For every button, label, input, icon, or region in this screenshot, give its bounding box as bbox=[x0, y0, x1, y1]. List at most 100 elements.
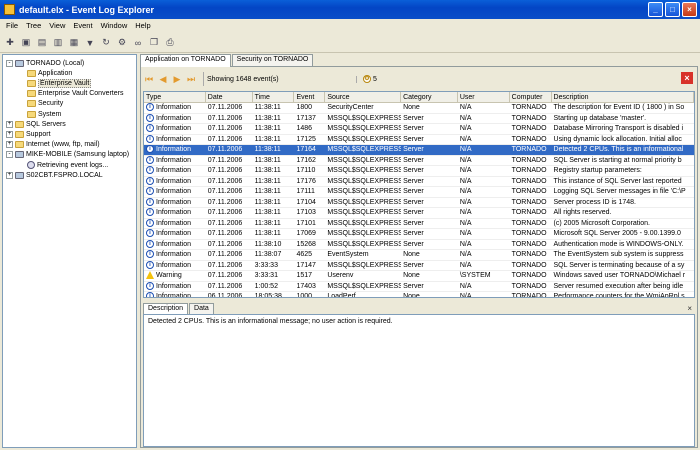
table-row[interactable]: i Information 07.11.2006 11:38:10 15268 MSSQL… bbox=[144, 239, 694, 250]
tab-application-tornado[interactable]: Application on TORNADO bbox=[140, 54, 231, 67]
info-icon: i bbox=[146, 292, 154, 297]
collapse-icon[interactable]: - bbox=[6, 151, 13, 159]
info-icon: i bbox=[146, 134, 154, 143]
table-cell: Server process ID is 1748. bbox=[553, 198, 636, 206]
menu-event[interactable]: Event bbox=[69, 21, 96, 30]
prev-icon[interactable]: ◀ bbox=[157, 73, 169, 85]
binoculars-icon[interactable]: ∞ bbox=[131, 36, 145, 50]
tree-node[interactable]: System bbox=[18, 109, 61, 119]
table-cell: 07.11.2006 bbox=[207, 125, 243, 132]
table-row[interactable]: i Information 07.11.2006 1:00:52 17403 MSSQL$… bbox=[144, 281, 694, 292]
table-cell: 17147 bbox=[296, 261, 316, 269]
table-cell: 07.11.2006 bbox=[207, 240, 243, 248]
menu-help[interactable]: Help bbox=[131, 21, 154, 30]
table-cell: N/A bbox=[459, 230, 472, 237]
collapse-icon[interactable]: - bbox=[6, 59, 13, 67]
column-header[interactable]: Time bbox=[253, 92, 295, 102]
tree-node[interactable]: + Internet (www, ftp, mail) bbox=[6, 140, 100, 150]
menu-file[interactable]: File bbox=[2, 21, 22, 30]
table-cell: 07.11.2006 bbox=[207, 251, 243, 258]
tree-node[interactable]: + Support bbox=[6, 129, 51, 139]
table-cell: Starting up database 'master'. bbox=[553, 114, 647, 122]
table-row[interactable]: i Information 07.11.2006 11:38:11 17110 MSSQL… bbox=[144, 166, 694, 177]
tree-node[interactable]: Enterprise Vault bbox=[18, 78, 92, 88]
tab-description[interactable]: Description bbox=[143, 303, 189, 314]
tab-security-tornado[interactable]: Security on TORNADO bbox=[231, 54, 314, 66]
tree-node[interactable]: + SQL Servers bbox=[6, 119, 66, 129]
column-header[interactable]: Category bbox=[401, 92, 458, 102]
expand-icon[interactable]: + bbox=[6, 120, 13, 128]
table-row[interactable]: i Information 07.11.2006 11:38:11 1800 Securi… bbox=[144, 103, 694, 114]
info-icon: i bbox=[146, 103, 154, 112]
table-cell: 11:38:11 bbox=[254, 146, 281, 153]
table-cell: MSSQL$SQLEXPRESS bbox=[327, 167, 402, 174]
minimize-button[interactable]: _ bbox=[648, 2, 663, 17]
filter-icon[interactable]: ▼ bbox=[83, 36, 97, 50]
tree-node[interactable]: - MIKE-MOBILE (Samsung laptop) bbox=[6, 150, 129, 160]
table-row[interactable]: i Information 07.11.2006 11:38:11 17164 MSSQL… bbox=[144, 145, 694, 156]
table-row[interactable]: Warning 07.11.2006 3:33:31 1517 Userenv None \… bbox=[144, 271, 694, 282]
column-header[interactable]: User bbox=[458, 92, 510, 102]
table-cell: N/A bbox=[459, 167, 472, 174]
print-icon[interactable]: ⎙ bbox=[163, 36, 177, 50]
event-grid[interactable]: Type Date Time Event Source Category User Compu… bbox=[143, 91, 695, 298]
table-cell: 07.11.2006 bbox=[207, 156, 243, 164]
column-header[interactable]: Type bbox=[144, 92, 206, 102]
tree-node[interactable]: Retrieving event logs... bbox=[18, 160, 108, 170]
table-cell: Server bbox=[403, 240, 424, 248]
tab-data[interactable]: Data bbox=[189, 303, 214, 314]
close-button[interactable]: × bbox=[682, 2, 697, 17]
table-row[interactable]: i Information 07.11.2006 11:38:11 17103 MSSQL… bbox=[144, 208, 694, 219]
close-description-icon[interactable]: × bbox=[687, 304, 692, 313]
table-row[interactable]: i Information 06.11.2006 18:05:38 1000 LoadPe… bbox=[144, 292, 694, 298]
table-row[interactable]: i Information 07.11.2006 11:38:11 17111 MSSQL… bbox=[144, 187, 694, 198]
save-icon[interactable]: ▦ bbox=[67, 36, 81, 50]
computer-icon[interactable]: ▣ bbox=[19, 36, 33, 50]
column-header[interactable]: Source bbox=[325, 92, 402, 102]
tree-node[interactable]: Application bbox=[18, 68, 72, 78]
table-cell: i Information bbox=[144, 239, 206, 250]
next-icon[interactable]: ▶ bbox=[171, 73, 183, 85]
open-log-icon[interactable]: ▥ bbox=[51, 36, 65, 50]
table-row[interactable]: i Information 07.11.2006 11:38:11 17162 MSSQL… bbox=[144, 155, 694, 166]
log-tree[interactable]: - TORNADO (Local) Application Enterprise Va… bbox=[2, 54, 137, 448]
menu-tree[interactable]: Tree bbox=[22, 21, 45, 30]
expand-icon[interactable]: + bbox=[6, 141, 13, 149]
tree-node[interactable]: + S02CBT.FSPRO.LOCAL bbox=[6, 170, 103, 180]
main-area: Application on TORNADO Security on TORNA… bbox=[140, 54, 698, 448]
table-row[interactable]: i Information 07.11.2006 11:38:11 1486 MSSQL$… bbox=[144, 124, 694, 135]
table-cell: N/A bbox=[459, 125, 472, 132]
maximize-button[interactable]: □ bbox=[665, 2, 680, 17]
table-cell: N/A bbox=[459, 293, 472, 298]
table-row[interactable]: i Information 07.11.2006 11:38:11 17176 MSSQL… bbox=[144, 176, 694, 187]
column-header[interactable]: Date bbox=[206, 92, 253, 102]
column-header[interactable]: Event bbox=[294, 92, 326, 102]
app-icon bbox=[4, 4, 15, 15]
table-row[interactable]: i Information 07.11.2006 11:38:11 17125 MSSQL… bbox=[144, 134, 694, 145]
table-cell: Server bbox=[403, 230, 424, 237]
expand-icon[interactable]: + bbox=[6, 130, 13, 138]
last-page-icon[interactable]: ⏭ bbox=[185, 73, 197, 85]
tree-node[interactable]: - TORNADO (Local) bbox=[6, 58, 84, 68]
expand-icon[interactable]: + bbox=[6, 171, 13, 179]
menu-window[interactable]: Window bbox=[97, 21, 132, 30]
splitter[interactable] bbox=[141, 300, 699, 303]
new-icon[interactable]: ✚ bbox=[3, 36, 17, 50]
table-row[interactable]: i Information 07.11.2006 11:38:11 17137 MSSQL… bbox=[144, 113, 694, 124]
column-header[interactable]: Description bbox=[552, 92, 694, 102]
tree-node[interactable]: Enterprise Vault Converters bbox=[18, 89, 123, 99]
first-page-icon[interactable]: ⏮ bbox=[143, 73, 155, 85]
close-log-button[interactable]: × bbox=[681, 72, 693, 84]
table-row[interactable]: i Information 07.11.2006 3:33:33 17147 MSSQL$… bbox=[144, 260, 694, 271]
table-row[interactable]: i Information 07.11.2006 11:38:11 17104 MSSQL… bbox=[144, 197, 694, 208]
table-row[interactable]: i Information 07.11.2006 11:38:07 4625 EventS… bbox=[144, 250, 694, 261]
column-header[interactable]: Computer bbox=[510, 92, 552, 102]
menu-view[interactable]: View bbox=[45, 21, 69, 30]
table-row[interactable]: i Information 07.11.2006 11:38:11 17069 MSSQL… bbox=[144, 229, 694, 240]
table-row[interactable]: i Information 07.11.2006 11:38:11 17101 MSSQL… bbox=[144, 218, 694, 229]
find-icon[interactable]: ⚙ bbox=[115, 36, 129, 50]
folder-icon[interactable]: ▤ bbox=[35, 36, 49, 50]
copy-icon[interactable]: ❐ bbox=[147, 36, 161, 50]
reload-icon[interactable]: ↻ bbox=[99, 36, 113, 50]
tree-node[interactable]: Security bbox=[18, 99, 63, 109]
